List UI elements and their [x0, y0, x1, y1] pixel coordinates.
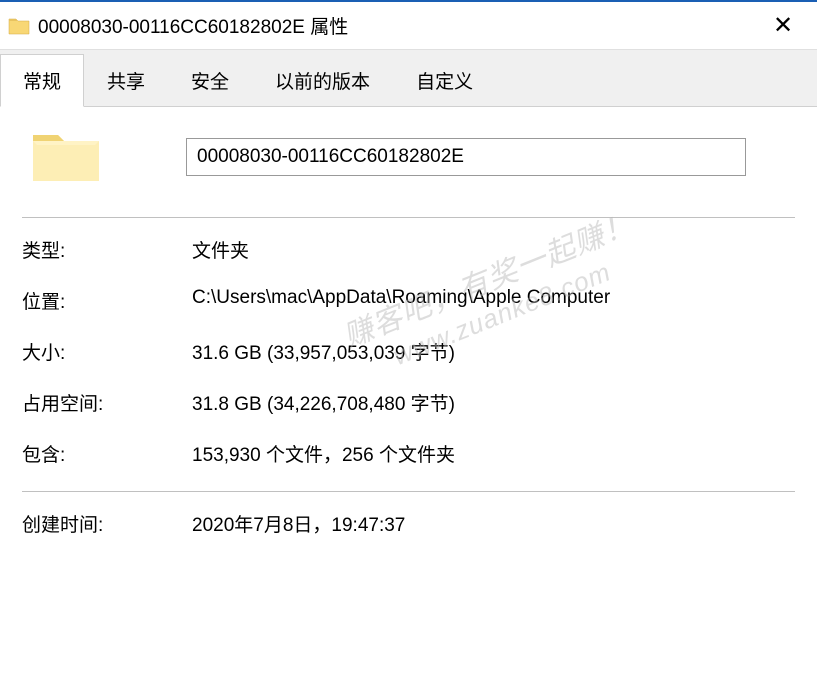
created-label: 创建时间:	[22, 510, 192, 537]
type-value: 文件夹	[192, 236, 795, 263]
divider	[22, 217, 795, 218]
size-value: 31.6 GB (33,957,053,039 字节)	[192, 338, 795, 365]
tab-previous-versions[interactable]: 以前的版本	[252, 54, 393, 106]
type-label: 类型:	[22, 236, 192, 263]
folder-name-input[interactable]	[186, 138, 746, 176]
tab-customize[interactable]: 自定义	[393, 54, 496, 106]
contains-label: 包含:	[22, 440, 192, 467]
location-label: 位置:	[22, 287, 192, 314]
content-panel: 类型: 文件夹 位置: C:\Users\mac\AppData\Roaming…	[0, 107, 817, 581]
tab-sharing[interactable]: 共享	[84, 54, 168, 106]
close-button[interactable]: ✕	[763, 11, 803, 40]
size-label: 大小:	[22, 338, 192, 365]
contains-value: 153,930 个文件，256 个文件夹	[192, 440, 795, 467]
titlebar: 00008030-00116CC60182802E 属性 ✕	[0, 0, 817, 50]
created-value: 2020年7月8日，19:47:37	[192, 510, 795, 537]
tabs: 常规 共享 安全 以前的版本 自定义	[0, 50, 817, 107]
folder-icon-small	[8, 16, 30, 36]
window-title: 00008030-00116CC60182802E 属性	[38, 12, 763, 39]
divider	[22, 491, 795, 492]
size-on-disk-label: 占用空间:	[22, 389, 192, 416]
tab-general[interactable]: 常规	[0, 54, 84, 107]
location-value: C:\Users\mac\AppData\Roaming\Apple Compu…	[192, 287, 795, 314]
tab-security[interactable]: 安全	[168, 54, 252, 106]
folder-icon	[30, 127, 102, 187]
size-on-disk-value: 31.8 GB (34,226,708,480 字节)	[192, 389, 795, 416]
